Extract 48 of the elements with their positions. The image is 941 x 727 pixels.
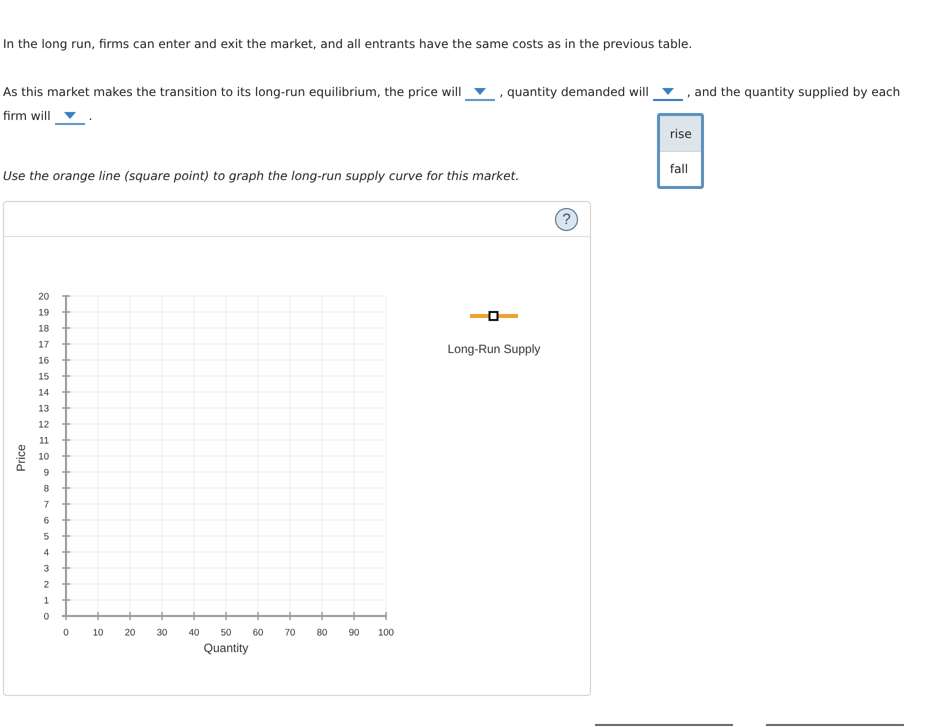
paragraph: In the long run, firms can enter and exit the market, and all entrants have the same costs as in the previous table. bbox=[3, 36, 692, 52]
tick-label: 19 bbox=[38, 308, 49, 318]
tick-label: 20 bbox=[124, 628, 136, 638]
sentence-text: . bbox=[88, 108, 92, 125]
tick-label: 3 bbox=[44, 564, 49, 574]
tick-label: 15 bbox=[38, 372, 49, 382]
sentence-text: firm will bbox=[3, 108, 51, 125]
tick-label: 18 bbox=[38, 324, 49, 334]
tick-label: 14 bbox=[38, 388, 49, 398]
sentence-text: As this market makes the transition to its long-run equilibrium, the price will bbox=[3, 84, 462, 101]
tick-label: 17 bbox=[38, 340, 49, 350]
tick-label: 11 bbox=[39, 436, 49, 446]
axis-title: Price bbox=[14, 444, 28, 472]
legend-tool[interactable]: Long-Run Supply bbox=[444, 311, 544, 358]
line-with-square-point-icon bbox=[470, 311, 518, 321]
tick-label: 70 bbox=[284, 628, 296, 638]
tick-label: 5 bbox=[44, 532, 49, 542]
tick-label: 60 bbox=[252, 628, 264, 638]
tick-label: 8 bbox=[44, 484, 49, 494]
sentence-text: , and the quantity supplied by each bbox=[686, 84, 900, 101]
tick-label: 13 bbox=[38, 404, 49, 414]
tick-label: 7 bbox=[44, 500, 49, 510]
tick-label: 10 bbox=[92, 628, 104, 638]
instruction-text: Use the orange line (square point) to graph the long-run supply curve for this market. bbox=[3, 168, 520, 184]
tick-label: 20 bbox=[38, 292, 49, 302]
tick-label: 10 bbox=[38, 452, 49, 462]
caret-down-icon bbox=[474, 88, 486, 94]
tick-label: 80 bbox=[316, 628, 328, 638]
help-button[interactable]: ? bbox=[555, 208, 578, 230]
caret-down-icon bbox=[662, 88, 674, 94]
sentence-text: , quantity demanded will bbox=[499, 84, 649, 101]
tick-label: 4 bbox=[44, 548, 49, 558]
tick-label: 90 bbox=[348, 628, 360, 638]
tick-label: 0 bbox=[63, 628, 69, 638]
tick-label: 50 bbox=[220, 628, 232, 638]
tick-label: 30 bbox=[156, 628, 168, 638]
tick-label: 6 bbox=[44, 516, 49, 526]
tick-label: 100 bbox=[378, 628, 394, 638]
tick-label: 1 bbox=[44, 596, 49, 606]
tick-label: 0 bbox=[44, 612, 49, 622]
tick-label: 2 bbox=[44, 580, 49, 590]
tick-label: 16 bbox=[38, 356, 49, 366]
tick-label: 9 bbox=[44, 468, 49, 478]
caret-down-icon bbox=[64, 112, 76, 118]
tick-label: 12 bbox=[38, 420, 49, 430]
axis-title: Quantity bbox=[204, 641, 248, 655]
dropdown-option[interactable]: rise bbox=[660, 116, 701, 151]
tick-label: 40 bbox=[188, 628, 200, 638]
